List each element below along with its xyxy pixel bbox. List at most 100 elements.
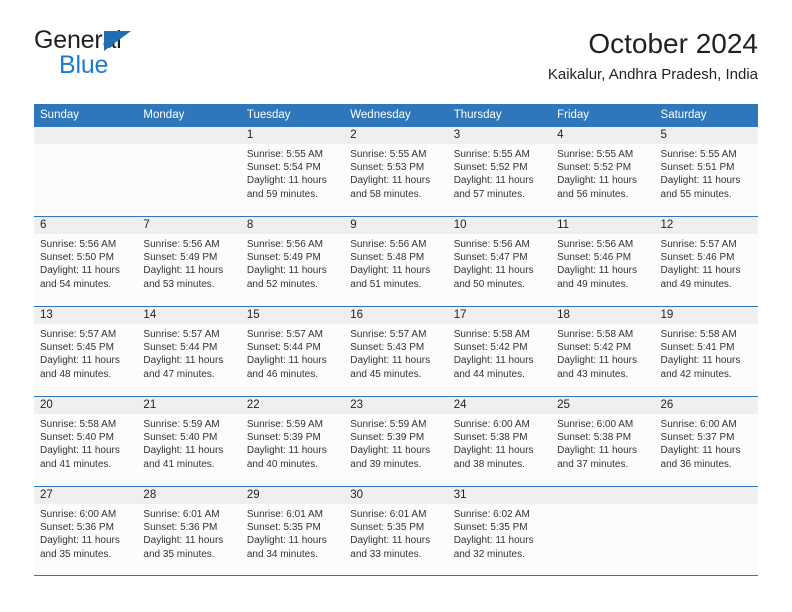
weekday-header-tuesday: Tuesday [246, 109, 291, 121]
day-number: 18 [557, 309, 570, 321]
daylight-text-line1: Daylight: 11 hours [143, 535, 224, 547]
daylight-text-line2: and 44 minutes. [453, 368, 525, 380]
day-cell[interactable]: 25 Sunrise: 6:00 AM Sunset: 5:38 PM Dayl… [551, 397, 655, 486]
day-cell[interactable]: 12 Sunrise: 5:57 AM Sunset: 5:46 PM Dayl… [654, 217, 758, 306]
day-cell[interactable]: 3 Sunrise: 5:55 AM Sunset: 5:52 PM Dayli… [447, 127, 552, 216]
day-cell[interactable]: 24 Sunrise: 6:00 AM Sunset: 5:38 PM Dayl… [447, 397, 552, 486]
day-cell[interactable]: 17 Sunrise: 5:58 AM Sunset: 5:42 PM Dayl… [447, 307, 552, 396]
day-info: Sunrise: 5:58 AM Sunset: 5:40 PM Dayligh… [34, 414, 137, 471]
day-number: 10 [453, 219, 467, 231]
day-cell[interactable]: 8 Sunrise: 5:56 AM Sunset: 5:49 PM Dayli… [240, 217, 345, 306]
day-cell[interactable]: 29 Sunrise: 6:01 AM Sunset: 5:35 PM Dayl… [240, 487, 345, 575]
day-cell[interactable] [654, 487, 758, 575]
daylight-text-line2: and 58 minutes. [350, 188, 422, 200]
day-number-band: 26 [654, 397, 758, 414]
daylight-text-line2: and 32 minutes. [453, 548, 525, 560]
day-info [137, 144, 240, 148]
sunrise-text: Sunrise: 5:57 AM [350, 329, 427, 340]
calendar-week-row: 27 Sunrise: 6:00 AM Sunset: 5:36 PM Dayl… [34, 486, 758, 576]
daylight-text-line1: Daylight: 11 hours [350, 175, 431, 187]
day-info: Sunrise: 6:00 AM Sunset: 5:38 PM Dayligh… [448, 414, 551, 471]
day-number-band [551, 487, 655, 504]
day-cell[interactable]: 30 Sunrise: 6:01 AM Sunset: 5:35 PM Dayl… [344, 487, 448, 575]
sunset-text: Sunset: 5:41 PM [660, 342, 735, 354]
day-number: 31 [453, 489, 467, 501]
day-cell[interactable]: 1 Sunrise: 5:55 AM Sunset: 5:54 PM Dayli… [240, 127, 345, 216]
day-number: 17 [453, 309, 467, 321]
daylight-text-line1: Daylight: 11 hours [453, 445, 534, 457]
day-cell[interactable]: 18 Sunrise: 5:58 AM Sunset: 5:42 PM Dayl… [551, 307, 655, 396]
day-cell[interactable]: 14 Sunrise: 5:57 AM Sunset: 5:44 PM Dayl… [137, 307, 241, 396]
day-info: Sunrise: 5:58 AM Sunset: 5:42 PM Dayligh… [551, 324, 654, 381]
day-cell[interactable]: 22 Sunrise: 5:59 AM Sunset: 5:39 PM Dayl… [240, 397, 345, 486]
sunset-text: Sunset: 5:52 PM [557, 162, 632, 174]
sunset-text: Sunset: 5:35 PM [350, 522, 425, 534]
day-number-band: 27 [34, 487, 138, 504]
day-cell[interactable]: 23 Sunrise: 5:59 AM Sunset: 5:39 PM Dayl… [344, 397, 448, 486]
day-info: Sunrise: 5:59 AM Sunset: 5:39 PM Dayligh… [344, 414, 447, 471]
day-cell[interactable]: 21 Sunrise: 5:59 AM Sunset: 5:40 PM Dayl… [137, 397, 241, 486]
day-number-band: 31 [447, 487, 552, 504]
day-cell[interactable]: 2 Sunrise: 5:55 AM Sunset: 5:53 PM Dayli… [344, 127, 448, 216]
daylight-text-line1: Daylight: 11 hours [453, 535, 534, 547]
weekday-header-row: Sunday Monday Tuesday Wednesday Thursday… [34, 104, 758, 126]
daylight-text-line2: and 33 minutes. [350, 548, 422, 560]
sunrise-text: Sunrise: 5:59 AM [246, 419, 323, 430]
logo-triangle-icon [104, 31, 131, 51]
day-cell[interactable]: 11 Sunrise: 5:56 AM Sunset: 5:46 PM Dayl… [551, 217, 655, 306]
sunset-text: Sunset: 5:39 PM [350, 432, 425, 444]
sunset-text: Sunset: 5:35 PM [453, 522, 528, 534]
daylight-text-line2: and 37 minutes. [557, 458, 629, 470]
day-cell[interactable]: 13 Sunrise: 5:57 AM Sunset: 5:45 PM Dayl… [34, 307, 138, 396]
day-cell[interactable] [137, 127, 241, 216]
sunrise-text: Sunrise: 6:01 AM [350, 509, 427, 520]
title-block: October 2024 Kaikalur, Andhra Pradesh, I… [548, 28, 758, 84]
day-number: 13 [40, 309, 53, 321]
day-cell[interactable] [34, 127, 138, 216]
sunset-text: Sunset: 5:47 PM [453, 252, 528, 264]
day-cell[interactable] [551, 487, 655, 575]
day-cell[interactable]: 4 Sunrise: 5:55 AM Sunset: 5:52 PM Dayli… [551, 127, 655, 216]
day-number-band: 9 [344, 217, 448, 234]
sunset-text: Sunset: 5:36 PM [40, 522, 114, 534]
sunset-text: Sunset: 5:40 PM [40, 432, 114, 444]
daylight-text-line1: Daylight: 11 hours [40, 535, 120, 547]
generalblue-logo[interactable]: General Blue [34, 28, 214, 90]
daylight-text-line2: and 42 minutes. [660, 368, 732, 380]
day-cell[interactable]: 15 Sunrise: 5:57 AM Sunset: 5:44 PM Dayl… [240, 307, 345, 396]
day-cell[interactable]: 9 Sunrise: 5:56 AM Sunset: 5:48 PM Dayli… [344, 217, 448, 306]
day-cell[interactable]: 26 Sunrise: 6:00 AM Sunset: 5:37 PM Dayl… [654, 397, 758, 486]
day-cell[interactable]: 7 Sunrise: 5:56 AM Sunset: 5:49 PM Dayli… [137, 217, 241, 306]
day-cell[interactable]: 19 Sunrise: 5:58 AM Sunset: 5:41 PM Dayl… [654, 307, 758, 396]
day-cell[interactable]: 5 Sunrise: 5:55 AM Sunset: 5:51 PM Dayli… [654, 127, 758, 216]
day-info: Sunrise: 5:55 AM Sunset: 5:53 PM Dayligh… [344, 144, 447, 201]
day-info: Sunrise: 5:56 AM Sunset: 5:50 PM Dayligh… [34, 234, 137, 291]
day-info: Sunrise: 6:00 AM Sunset: 5:38 PM Dayligh… [551, 414, 654, 471]
daylight-text-line1: Daylight: 11 hours [557, 445, 637, 457]
day-number-band: 13 [34, 307, 138, 324]
sunrise-text: Sunrise: 5:56 AM [246, 239, 323, 250]
day-number: 20 [40, 399, 53, 411]
daylight-text-line1: Daylight: 11 hours [557, 355, 637, 367]
day-cell[interactable]: 6 Sunrise: 5:56 AM Sunset: 5:50 PM Dayli… [34, 217, 138, 306]
daylight-text-line2: and 50 minutes. [453, 278, 525, 290]
sunset-text: Sunset: 5:37 PM [660, 432, 735, 444]
sunset-text: Sunset: 5:40 PM [143, 432, 218, 444]
sunrise-text: Sunrise: 5:55 AM [660, 149, 737, 160]
daylight-text-line1: Daylight: 11 hours [660, 265, 741, 277]
day-info: Sunrise: 5:56 AM Sunset: 5:49 PM Dayligh… [137, 234, 240, 291]
daylight-text-line1: Daylight: 11 hours [143, 355, 224, 367]
daylight-text-line2: and 35 minutes. [40, 548, 112, 560]
day-info: Sunrise: 6:01 AM Sunset: 5:35 PM Dayligh… [241, 504, 344, 561]
sunrise-text: Sunrise: 5:56 AM [453, 239, 530, 250]
day-cell[interactable]: 16 Sunrise: 5:57 AM Sunset: 5:43 PM Dayl… [344, 307, 448, 396]
day-cell[interactable]: 28 Sunrise: 6:01 AM Sunset: 5:36 PM Dayl… [137, 487, 241, 575]
day-cell[interactable]: 20 Sunrise: 5:58 AM Sunset: 5:40 PM Dayl… [34, 397, 138, 486]
day-cell[interactable]: 10 Sunrise: 5:56 AM Sunset: 5:47 PM Dayl… [447, 217, 552, 306]
day-cell[interactable]: 31 Sunrise: 6:02 AM Sunset: 5:35 PM Dayl… [447, 487, 552, 575]
calendar-grid: Sunday Monday Tuesday Wednesday Thursday… [34, 104, 758, 576]
day-cell[interactable]: 27 Sunrise: 6:00 AM Sunset: 5:36 PM Dayl… [34, 487, 138, 575]
daylight-text-line2: and 56 minutes. [557, 188, 629, 200]
day-number: 23 [350, 399, 364, 411]
page-title: October 2024 [588, 28, 758, 59]
